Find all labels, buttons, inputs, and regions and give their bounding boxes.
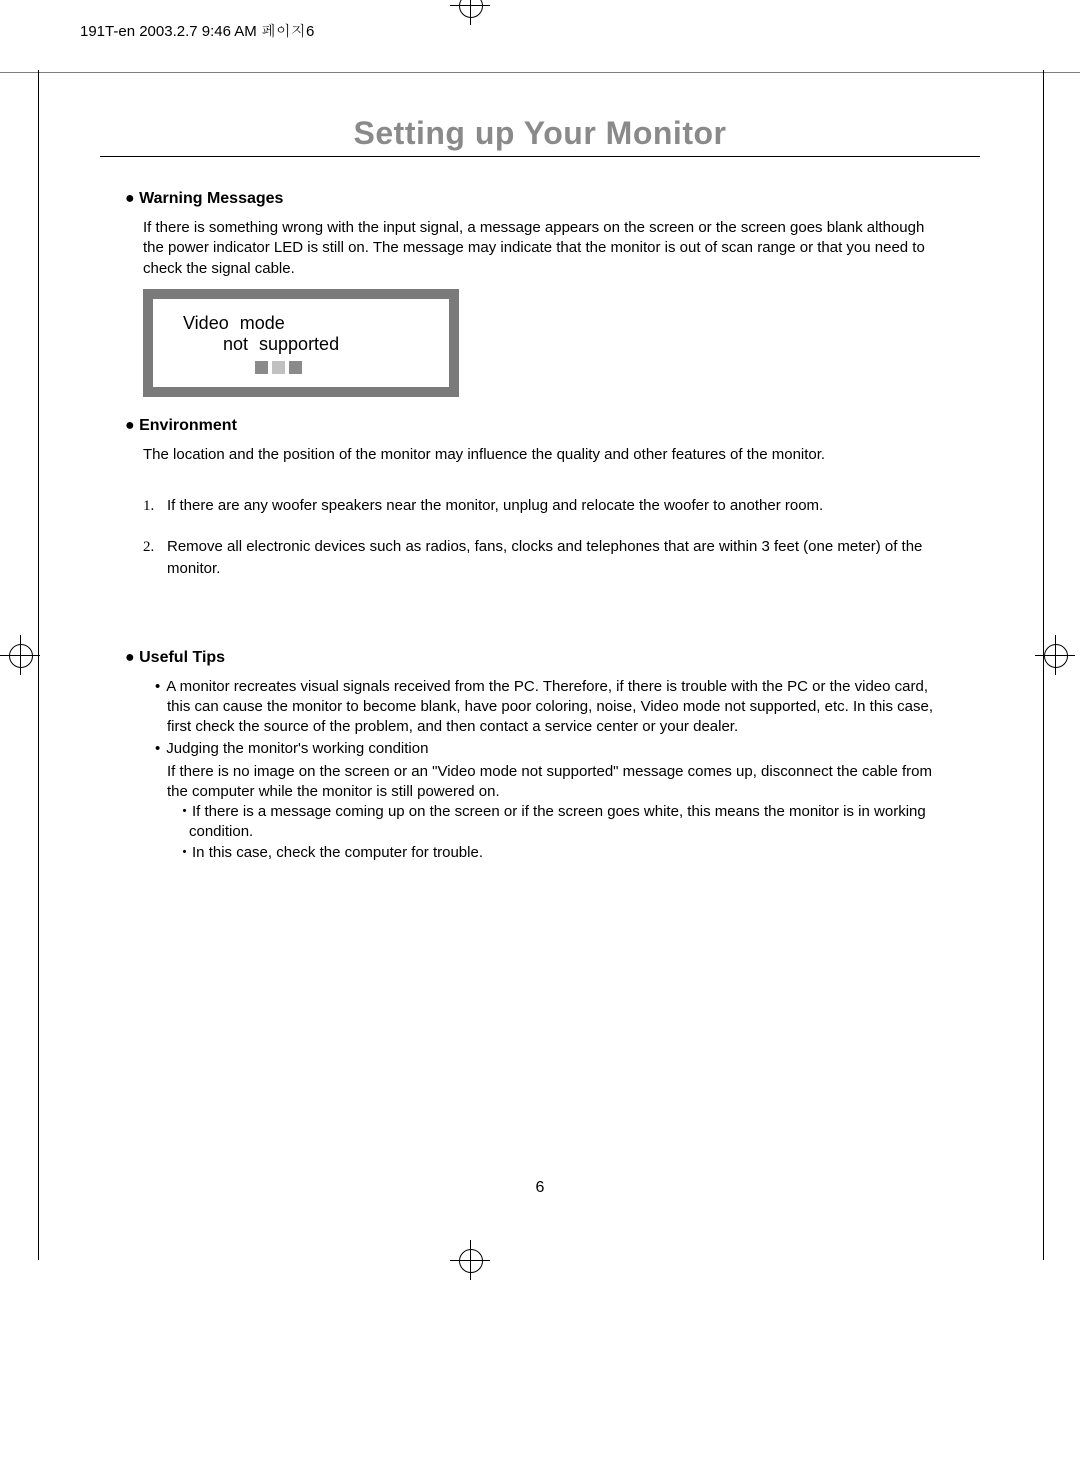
list-text: If there are any woofer speakers near th… [167, 495, 823, 518]
list-item: Judging the monitor's working condition [155, 739, 945, 759]
registration-mark-icon [1035, 635, 1075, 675]
registration-mark-icon [0, 635, 40, 675]
monitor-msg-line2: not supported [223, 334, 437, 355]
page-content: Warning Messages If there is something w… [125, 190, 945, 863]
monitor-msg-line1: Video mode [183, 313, 437, 334]
list-subitem: In this case, check the computer for tro… [177, 843, 945, 863]
list-item: 1. If there are any woofer speakers near… [143, 495, 945, 518]
source-file-label: 191T-en 2003.2.7 9:46 AM 페이지6 [80, 20, 314, 41]
list-number: 1. [143, 495, 167, 518]
monitor-graphic: Video mode not supported [143, 289, 459, 397]
page-title: Setting up Your Monitor [100, 115, 980, 152]
section-heading-warning: Warning Messages [125, 190, 945, 208]
list-item: A monitor recreates visual signals recei… [155, 677, 945, 738]
list-subitem: If there is a message coming up on the s… [177, 802, 945, 843]
crop-rule-top [0, 72, 1080, 73]
monitor-squares-icon [255, 361, 437, 379]
warning-body-text: If there is something wrong with the inp… [143, 218, 945, 279]
title-underline [100, 156, 980, 157]
list-number: 2. [143, 536, 167, 581]
tips-followup-text: If there is no image on the screen or an… [167, 762, 945, 803]
environment-body-text: The location and the position of the mon… [143, 445, 945, 465]
tips-list: A monitor recreates visual signals recei… [155, 677, 945, 863]
list-item: 2. Remove all electronic devices such as… [143, 536, 945, 581]
registration-mark-icon [450, 1240, 490, 1280]
list-text: Remove all electronic devices such as ra… [167, 536, 945, 581]
page-title-block: Setting up Your Monitor [100, 115, 980, 157]
section-heading-tips: Useful Tips [125, 649, 945, 667]
registration-mark-icon [450, 0, 490, 25]
page-number: 6 [0, 1179, 1080, 1197]
section-heading-environment: Environment [125, 417, 945, 435]
